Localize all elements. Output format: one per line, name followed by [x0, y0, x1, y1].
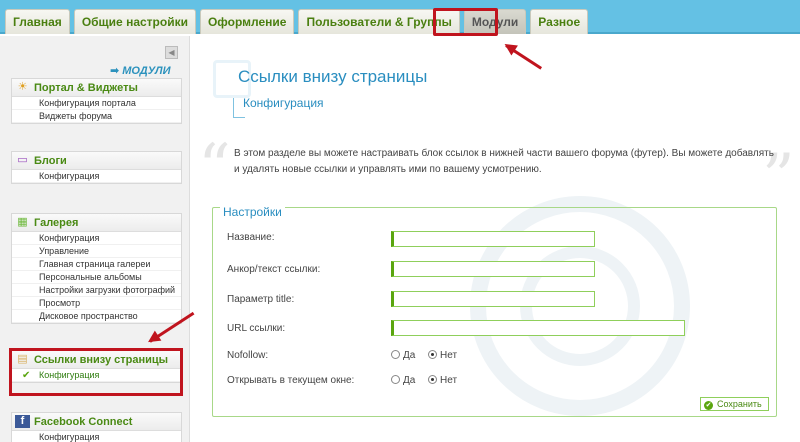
url-input[interactable]: [391, 320, 685, 336]
main-content: Ссылки внизу страницы Конфигурация “ ” В…: [190, 36, 800, 442]
newwindow-no-radio[interactable]: Нет: [428, 375, 457, 386]
sidebar-item-gallery-home[interactable]: Главная страница галереи: [12, 258, 181, 271]
new-window-label: Открывать в текущем окне:: [227, 375, 355, 386]
sidebar-group-title-text: Галерея: [34, 217, 79, 229]
title-param-input[interactable]: [391, 291, 595, 307]
tab-misc[interactable]: Разное: [530, 9, 589, 34]
sidebar-group-title: ▦ Галерея: [12, 214, 181, 232]
sidebar-group-title-text: Портал & Виджеты: [34, 82, 138, 94]
arrow-right-icon: ➡: [110, 65, 120, 77]
sidebar-group-gallery: ▦ Галерея Конфигурация Управление Главная…: [11, 213, 182, 324]
top-navigation-bar: Главная Общие настройки Оформление Польз…: [0, 0, 800, 34]
sidebar-group-footer-links: ▤ Ссылки внизу страницы ✔ Конфигурация: [11, 350, 182, 383]
gallery-icon: ▦: [17, 216, 28, 228]
settings-legend: Настройки: [220, 205, 285, 219]
sidebar-group-title: ▤ Ссылки внизу страницы: [12, 351, 181, 369]
tab-list: Главная Общие настройки Оформление Польз…: [5, 9, 589, 34]
sidebar-group-title-text: Facebook Connect: [34, 416, 133, 428]
checkmark-icon: ✔: [22, 370, 31, 381]
sidebar-item-gallery-config[interactable]: Конфигурация: [12, 232, 181, 245]
radio-circle: [391, 350, 400, 359]
tab-general-settings[interactable]: Общие настройки: [73, 9, 196, 34]
radio-circle: [391, 375, 400, 384]
radio-circle-selected: [428, 375, 437, 384]
tab-modules[interactable]: Модули: [463, 9, 527, 34]
modules-heading-text: МОДУЛИ: [122, 65, 171, 77]
save-button[interactable]: ✔ Сохранить: [700, 397, 769, 411]
name-label: Название:: [227, 232, 275, 243]
page-description: В этом разделе вы можете настраивать бло…: [234, 148, 774, 175]
sidebar-item-facebook-config[interactable]: Конфигурация: [12, 431, 181, 442]
sidebar-item-footer-links-config[interactable]: ✔ Конфигурация: [12, 369, 181, 382]
anchor-input[interactable]: [391, 261, 595, 277]
sidebar-item-view[interactable]: Просмотр: [12, 297, 181, 310]
title-param-label: Параметр title:: [227, 294, 295, 305]
tab-users-groups[interactable]: Пользователи & Группы: [298, 9, 460, 34]
page-subtitle: Конфигурация: [243, 96, 324, 110]
open-quote-icon: “: [198, 131, 231, 205]
sidebar-group-title-text: Блоги: [34, 155, 67, 167]
sidebar-item-label: Конфигурация: [39, 370, 100, 380]
modules-heading: ➡ МОДУЛИ: [110, 64, 171, 77]
sidebar-item-portal-config[interactable]: Конфигурация портала: [12, 97, 181, 110]
anchor-label: Анкор/текст ссылки:: [227, 264, 321, 275]
sidebar-item-personal-albums[interactable]: Персональные альбомы: [12, 271, 181, 284]
radio-label: Да: [403, 350, 416, 361]
newwindow-yes-radio[interactable]: Да: [391, 375, 415, 386]
sidebar: ◀ ➡ МОДУЛИ ☀ Портал & Виджеты Конфигурация…: [0, 36, 190, 442]
footer-links-icon: ▤: [17, 353, 28, 365]
url-label: URL ссылки:: [227, 323, 286, 334]
checkmark-icon: ✔: [704, 401, 713, 410]
sidebar-item-forum-widgets[interactable]: Виджеты форума: [12, 110, 181, 123]
tab-design[interactable]: Оформление: [199, 9, 295, 34]
nofollow-yes-radio[interactable]: Да: [391, 350, 415, 361]
sidebar-group-facebook: f Facebook Connect Конфигурация: [11, 412, 182, 442]
radio-label: Да: [403, 375, 416, 386]
sidebar-group-title-text: Ссылки внизу страницы: [34, 354, 169, 366]
blog-icon: ▭: [17, 154, 28, 166]
sidebar-group-title: f Facebook Connect: [12, 413, 181, 431]
page-title: Ссылки внизу страницы: [238, 67, 428, 86]
nofollow-label: Nofollow:: [227, 350, 269, 361]
sidebar-group-title: ☀ Портал & Виджеты: [12, 79, 181, 97]
nofollow-no-radio[interactable]: Нет: [428, 350, 457, 361]
portal-icon: ☀: [17, 81, 28, 93]
collapse-sidebar-button[interactable]: ◀: [165, 46, 178, 59]
name-input[interactable]: [391, 231, 595, 247]
radio-label: Нет: [440, 350, 458, 361]
tab-home[interactable]: Главная: [5, 9, 70, 34]
sidebar-group-blogs: ▭ Блоги Конфигурация: [11, 151, 182, 184]
sidebar-group-portal: ☀ Портал & Виджеты Конфигурация портала В…: [11, 78, 182, 124]
save-button-label: Сохранить: [717, 399, 762, 409]
sidebar-item-disk-space[interactable]: Дисковое пространство: [12, 310, 181, 323]
facebook-icon: f: [15, 415, 30, 428]
sidebar-item-upload-settings[interactable]: Настройки загрузки фотографий: [12, 284, 181, 297]
radio-circle-selected: [428, 350, 437, 359]
sidebar-group-title: ▭ Блоги: [12, 152, 181, 170]
sidebar-item-blogs-config[interactable]: Конфигурация: [12, 170, 181, 183]
sidebar-item-gallery-manage[interactable]: Управление: [12, 245, 181, 258]
radio-label: Нет: [440, 375, 458, 386]
